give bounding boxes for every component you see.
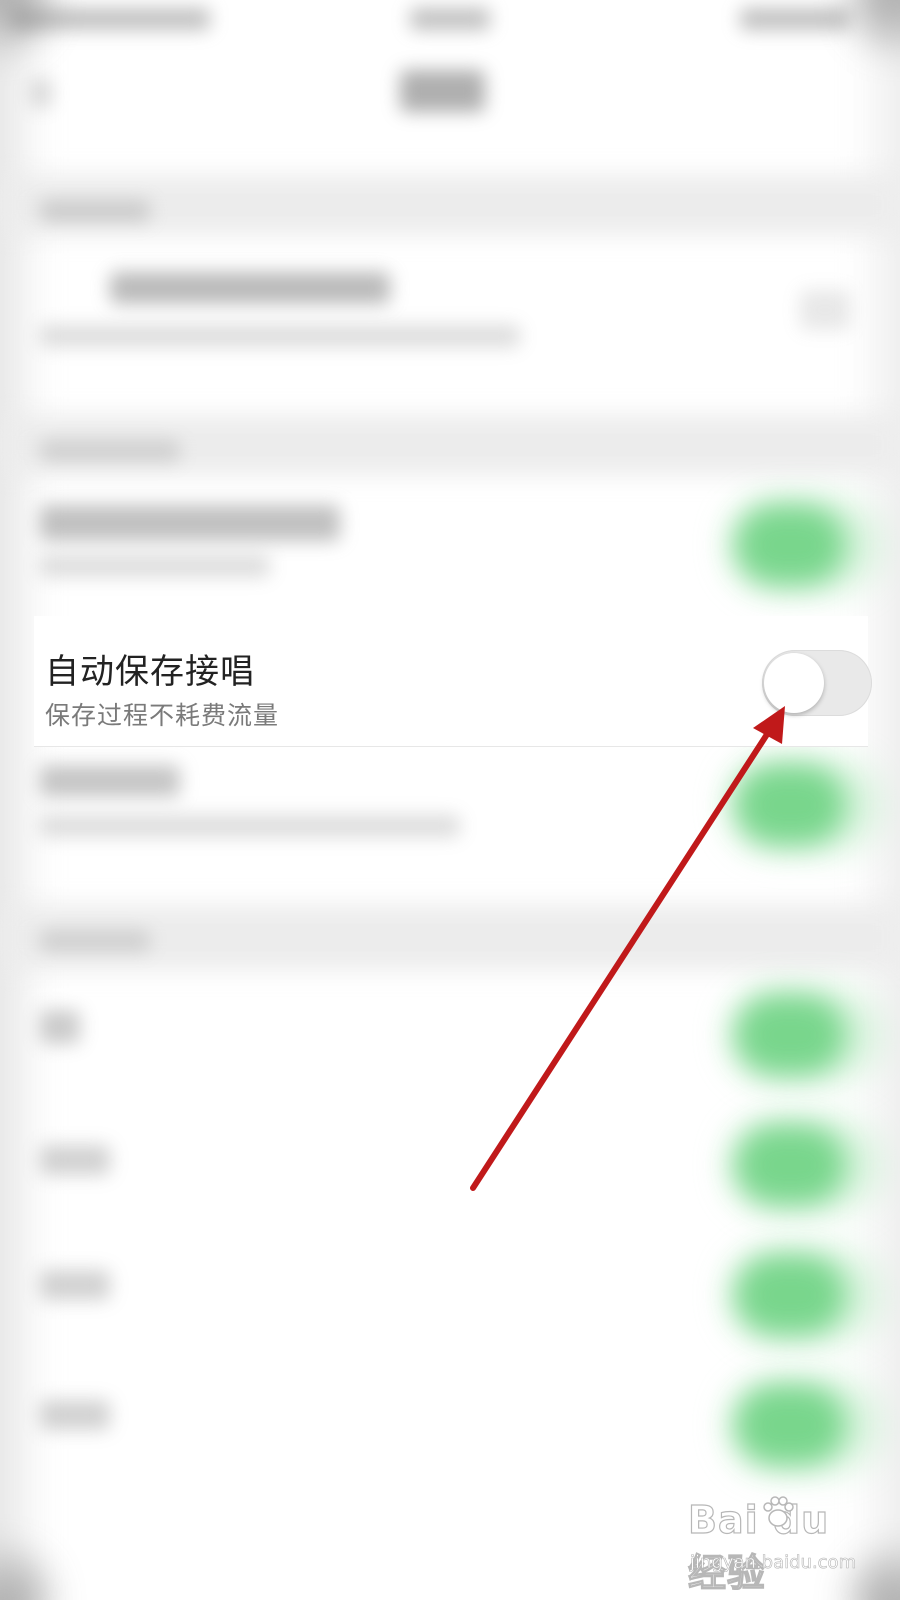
watermark-url: jingyan.baidu.com [690,1552,857,1574]
row-divider-bottom [34,746,868,747]
toggle-knob [764,653,824,713]
setting-subtitle: 保存过程不耗费流量 [45,701,280,730]
paw-icon [763,1496,794,1527]
auto-save-toggle[interactable] [762,650,872,716]
setting-title: 自动保存接唱 [45,652,255,692]
blurred-background [0,0,900,1600]
setting-row-auto-save: 自动保存接唱 保存过程不耗费流量 [34,616,872,746]
settings-screen: 自动保存接唱 保存过程不耗费流量 Bai du 经验 jingyan.baidu… [0,0,900,1600]
baidu-jingyan-watermark: Bai du 经验 jingyan.baidu.com [687,1496,878,1596]
